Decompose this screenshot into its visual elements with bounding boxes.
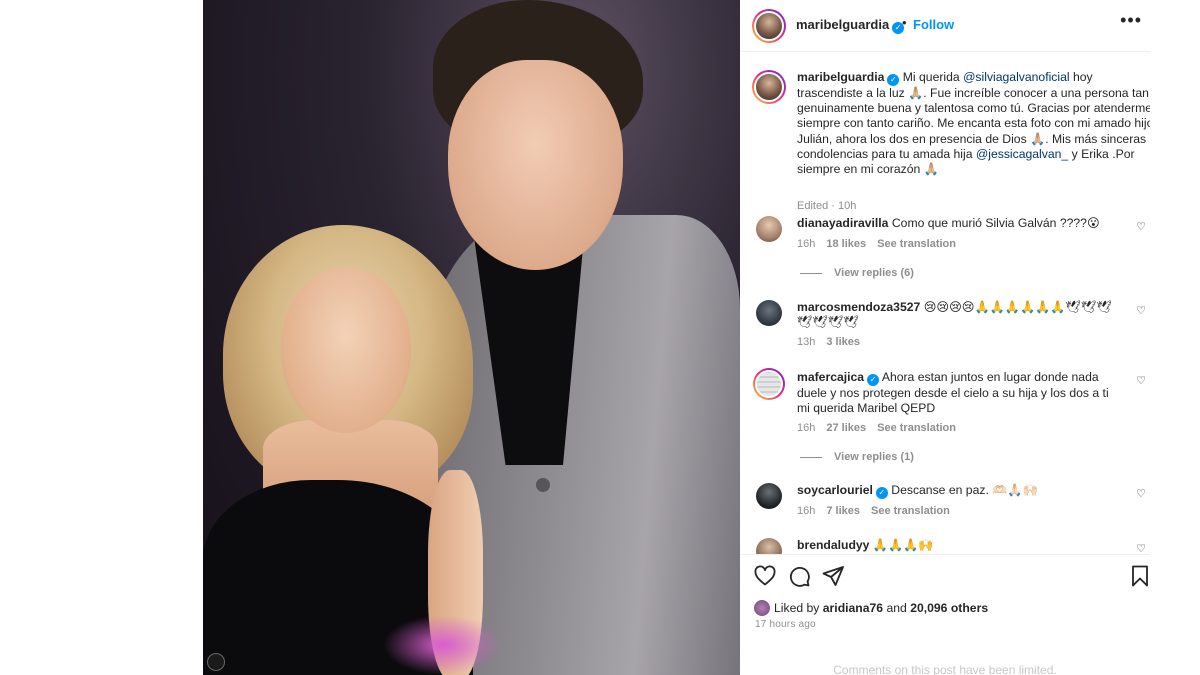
photo-woman-face [281, 268, 411, 433]
tagged-users-icon[interactable] [207, 653, 225, 671]
commenter-avatar[interactable] [753, 368, 785, 400]
comment-likes[interactable]: 18 likes [826, 238, 866, 250]
comment-username[interactable]: dianayadiravilla [797, 216, 888, 230]
comment-meta: 13h 3 likes [797, 336, 871, 348]
likes-count[interactable]: 20,096 others [910, 601, 988, 615]
post-photo[interactable] [203, 0, 740, 675]
comment-username[interactable]: soycarlouriel [797, 483, 873, 497]
verified-badge-icon: ✓ [875, 487, 888, 499]
post-actions: Liked by aridiana76 and 20,096 others 17… [740, 554, 1150, 675]
comment-body: brendaludyy 🙏🙏🙏🙌 [797, 538, 1115, 553]
comment-body: dianayadiravilla Como que murió Silvia G… [797, 216, 1115, 231]
comment-username[interactable]: mafercajica [797, 370, 864, 384]
caption-text: maribelguardia ✓ Mi querida @silviagalvan… [797, 70, 1150, 177]
comment-body: soycarlouriel ✓ Descanse en paz. 🫶🏻🙏🏻🙌🏻 [797, 483, 1115, 499]
caption-part1: Mi querida [899, 70, 964, 84]
comment-username[interactable]: brendaludyy [797, 538, 869, 552]
post-timestamp[interactable]: 17 hours ago [755, 619, 816, 630]
caption-mention-silvia[interactable]: @silviagalvanoficial [963, 70, 1070, 84]
commenter-avatar[interactable] [756, 483, 782, 509]
heart-icon[interactable] [753, 564, 777, 588]
comment-likes[interactable]: 3 likes [826, 336, 860, 348]
comment-meta: 16h 7 likes See translation [797, 505, 961, 517]
see-translation-link[interactable]: See translation [877, 238, 956, 250]
comment-text: 🙏🙏🙏🙌 [872, 538, 934, 552]
see-translation-link[interactable]: See translation [871, 505, 950, 517]
view-replies-label: View replies (6) [834, 267, 914, 279]
more-options-icon[interactable]: ••• [1120, 10, 1142, 31]
liker-avatar[interactable] [754, 600, 770, 616]
like-comment-icon[interactable]: ♡ [1136, 487, 1146, 500]
separator-dot: • [902, 15, 907, 30]
follow-button[interactable]: Follow [913, 17, 954, 32]
comment-username[interactable]: marcosmendoza3527 [797, 300, 920, 314]
view-replies-button[interactable]: View replies (6) [800, 267, 914, 279]
comment-icon[interactable] [787, 564, 811, 588]
comment-likes[interactable]: 27 likes [826, 422, 866, 434]
author-username[interactable]: maribelguardia ✓ [796, 17, 905, 34]
comment-time: 13h [797, 336, 816, 348]
post-header: maribelguardia ✓ • Follow ••• [740, 0, 1150, 52]
view-replies-button[interactable]: View replies (1) [800, 451, 914, 463]
photo-light-glow [383, 615, 503, 675]
comment-text: Como que murió Silvia Galván ????😮 [891, 216, 1100, 230]
comments-limited-notice: Comments on this post have been limited. [833, 663, 1057, 675]
commenter-avatar[interactable] [756, 216, 782, 242]
commenter-avatar[interactable] [756, 300, 782, 326]
liker-username[interactable]: aridiana76 [823, 601, 883, 615]
photo-jacket-button [536, 478, 550, 492]
likes-prefix: Liked by [774, 601, 823, 615]
caption-username[interactable]: maribelguardia [797, 70, 884, 84]
share-icon[interactable] [821, 564, 845, 588]
comment-meta: 16h 27 likes See translation [797, 422, 967, 434]
verified-badge-icon: ✓ [867, 374, 880, 386]
like-comment-icon[interactable]: ♡ [1136, 304, 1146, 317]
comment-text: Descanse en paz. 🫶🏻🙏🏻🙌🏻 [891, 483, 1038, 497]
commenter-avatar[interactable] [756, 538, 782, 554]
likes-suffix: and [883, 601, 911, 615]
caption-avatar[interactable] [752, 70, 786, 104]
comment-body: mafercajica ✓ Ahora estan juntos en lugar… [797, 370, 1115, 416]
comment-body: marcosmendoza3527 😢😢😢😢🙏🙏🙏🙏🙏🙏🕊🕊🕊🕊🕊🕊🕊 [797, 300, 1115, 330]
comment-time: 16h [797, 238, 816, 250]
like-comment-icon[interactable]: ♡ [1136, 542, 1146, 554]
like-comment-icon[interactable]: ♡ [1136, 374, 1146, 387]
post-side-panel: maribelguardia ✓ • Follow ••• maribelguar… [740, 0, 1150, 675]
comment-time: 16h [797, 505, 816, 517]
like-comment-icon[interactable]: ♡ [1136, 220, 1146, 233]
photo-man-face [448, 60, 623, 270]
comments-scroll[interactable]: maribelguardia ✓ Mi querida @silviagalvan… [740, 52, 1150, 554]
caption-mention-jessica[interactable]: @jessicagalvan_ [976, 147, 1068, 161]
comment-likes[interactable]: 7 likes [826, 505, 860, 517]
comment-meta: 16h 18 likes See translation [797, 238, 967, 250]
comment-time: 16h [797, 422, 816, 434]
author-avatar[interactable] [752, 9, 786, 43]
bookmark-icon[interactable] [1130, 564, 1150, 588]
view-replies-label: View replies (1) [834, 451, 914, 463]
see-translation-link[interactable]: See translation [877, 422, 956, 434]
caption-meta: Edited · 10h [797, 200, 857, 212]
verified-badge-icon: ✓ [887, 74, 900, 86]
likes-summary: Liked by aridiana76 and 20,096 others [754, 600, 988, 616]
